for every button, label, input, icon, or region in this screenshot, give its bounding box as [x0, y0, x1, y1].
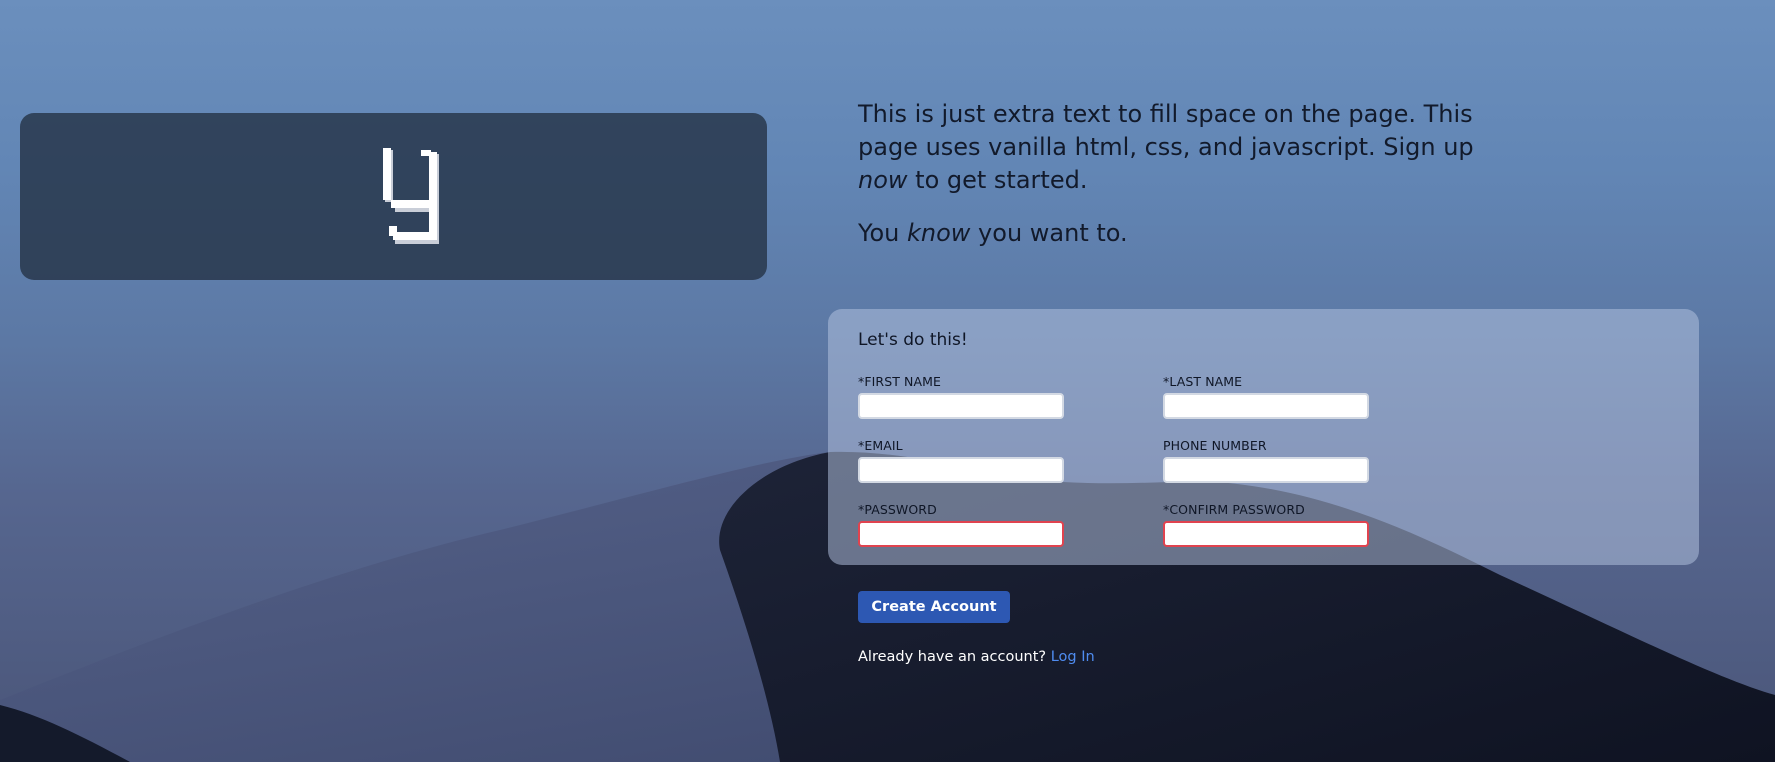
phone-field-group: PHONE NUMBER: [1163, 438, 1369, 483]
y-pixel-logo-icon: [383, 148, 439, 244]
log-in-link[interactable]: Log In: [1051, 649, 1095, 665]
intro-text: This is just extra text to fill space on…: [858, 98, 1498, 250]
logo-panel: [20, 113, 767, 280]
password-input[interactable]: [858, 521, 1064, 547]
last-name-input[interactable]: [1163, 393, 1369, 419]
last-name-label: *LAST NAME: [1163, 374, 1243, 389]
signup-form: Let's do this! *FIRST NAME *LAST NAME *E…: [828, 309, 1699, 565]
intro-paragraph-1: This is just extra text to fill space on…: [858, 98, 1498, 197]
intro-p1-text-end: to get started.: [907, 166, 1088, 194]
login-prompt-text: Already have an account?: [858, 649, 1047, 665]
email-field-group: *EMAIL: [858, 438, 1064, 483]
intro-p1-text: This is just extra text to fill space on…: [858, 100, 1474, 161]
intro-p1-emphasis: now: [858, 166, 908, 194]
intro-p2-text-end: you want to.: [970, 219, 1128, 247]
confirm-password-input[interactable]: [1163, 521, 1369, 547]
password-label: *PASSWORD: [858, 502, 937, 517]
confirm-password-field-group: *CONFIRM PASSWORD: [1163, 502, 1369, 547]
intro-p2-emphasis: know: [907, 219, 971, 247]
create-account-button[interactable]: Create Account: [858, 591, 1010, 623]
form-title: Let's do this!: [858, 330, 968, 350]
confirm-password-label: *CONFIRM PASSWORD: [1163, 502, 1305, 517]
intro-p2-text: You: [858, 219, 907, 247]
phone-label: PHONE NUMBER: [1163, 438, 1267, 453]
first-name-input[interactable]: [858, 393, 1064, 419]
phone-input[interactable]: [1163, 457, 1369, 483]
email-label: *EMAIL: [858, 438, 903, 453]
first-name-label: *FIRST NAME: [858, 374, 942, 389]
login-prompt: Already have an account? Log In: [858, 649, 1095, 665]
first-name-field-group: *FIRST NAME: [858, 374, 1064, 419]
last-name-field-group: *LAST NAME: [1163, 374, 1369, 419]
password-field-group: *PASSWORD: [858, 502, 1064, 547]
email-input[interactable]: [858, 457, 1064, 483]
intro-paragraph-2: You know you want to.: [858, 217, 1498, 250]
signup-page: This is just extra text to fill space on…: [0, 0, 1775, 762]
